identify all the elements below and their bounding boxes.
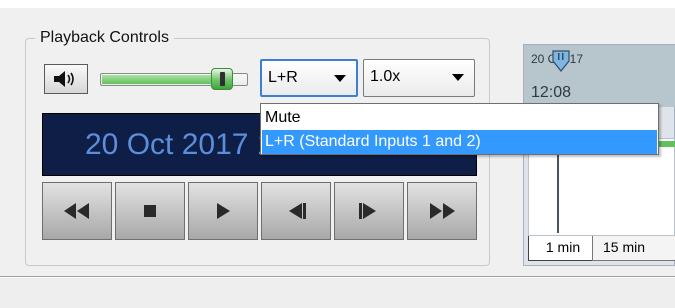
channel-dropdown-value: L+R	[268, 69, 298, 86]
rewind-button[interactable]	[42, 182, 112, 240]
step-back-button[interactable]	[261, 182, 331, 240]
timeline-tab-1min[interactable]: 1 min	[528, 236, 598, 261]
timeline-recording-bar	[658, 141, 675, 147]
timeline-tab-15min[interactable]: 15 min	[592, 236, 675, 261]
bottom-bar	[0, 277, 675, 308]
play-button[interactable]	[188, 182, 258, 240]
step-back-icon	[289, 203, 306, 219]
fast-forward-button[interactable]	[407, 182, 477, 240]
top-strip	[0, 0, 675, 8]
channel-option-lr[interactable]: L+R (Standard Inputs 1 and 2)	[262, 130, 657, 154]
volume-slider[interactable]	[100, 65, 248, 92]
channel-dropdown-list: Mute L+R (Standard Inputs 1 and 2)	[260, 103, 659, 155]
chevron-down-icon	[334, 75, 346, 82]
speed-dropdown-value: 1.0x	[370, 68, 401, 85]
volume-slider-fill	[102, 75, 229, 84]
stop-button[interactable]	[115, 182, 185, 240]
channel-option-mute[interactable]: Mute	[262, 106, 657, 130]
volume-slider-thumb[interactable]	[211, 68, 233, 90]
speed-dropdown[interactable]: 1.0x	[363, 59, 475, 97]
rewind-icon	[64, 203, 89, 219]
play-icon	[217, 203, 230, 219]
step-forward-button[interactable]	[334, 182, 404, 240]
group-title: Playback Controls	[35, 28, 174, 48]
mute-button[interactable]	[44, 64, 88, 94]
playhead-marker-icon[interactable]	[551, 49, 571, 89]
fast-forward-icon	[430, 203, 455, 219]
step-forward-icon	[359, 203, 376, 219]
stop-icon	[144, 205, 156, 217]
transport-controls	[42, 182, 477, 240]
speaker-icon	[54, 71, 74, 87]
channel-dropdown[interactable]: L+R	[260, 59, 358, 97]
chevron-down-icon	[452, 74, 464, 81]
